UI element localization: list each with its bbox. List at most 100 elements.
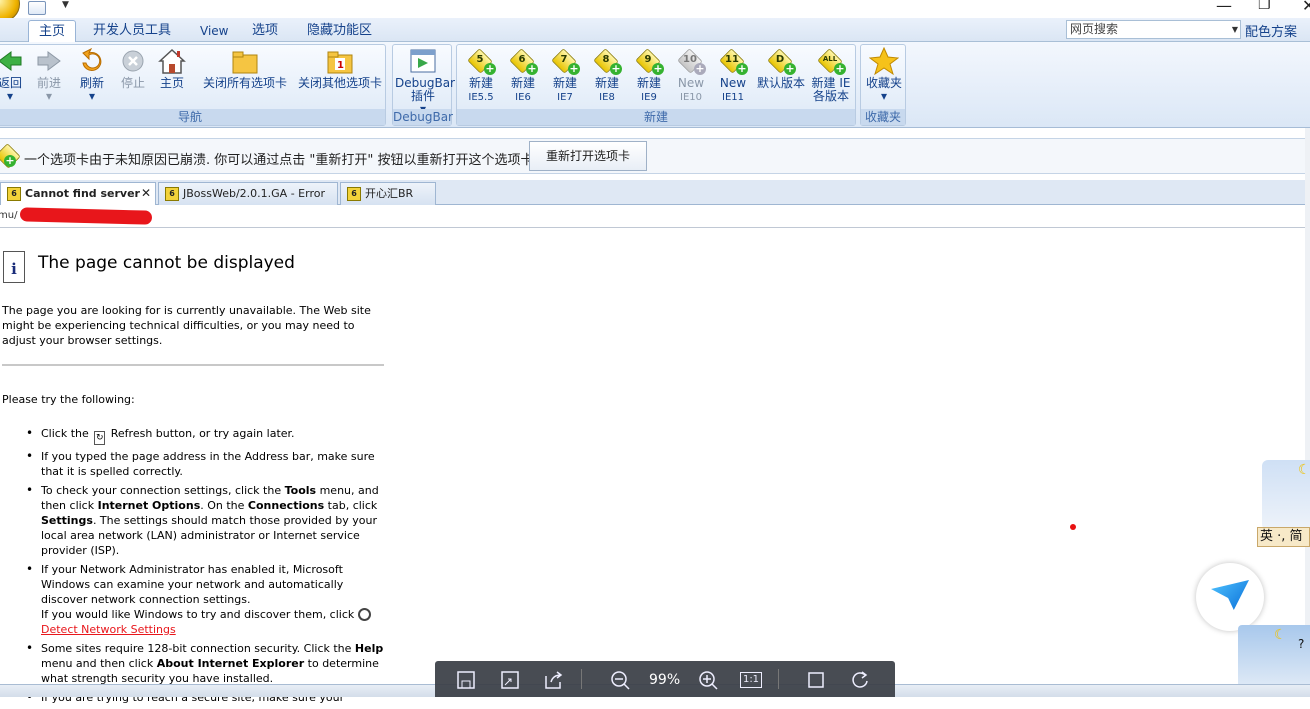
- zoom-out-icon[interactable]: [609, 670, 631, 690]
- actual-size-icon[interactable]: 1:1: [740, 672, 762, 688]
- group-navigation: 返回 ▾ 前进 ▾ 刷新 ▾ 停止 主页 关闭所有选项卡 1 关闭其他选项卡 导…: [0, 44, 386, 126]
- color-scheme-menu[interactable]: 配色方案: [1245, 21, 1297, 40]
- new-ie10-label: New: [677, 76, 705, 90]
- share-icon[interactable]: [543, 670, 565, 690]
- default-version-button[interactable]: D + 默认版本: [755, 47, 807, 90]
- intro-paragraph: The page you are looking for is currentl…: [2, 304, 371, 347]
- separator: [581, 669, 582, 689]
- favorites-dropdown[interactable]: ▾: [881, 89, 887, 103]
- tab-developer-tools[interactable]: 开发人员工具: [83, 20, 181, 42]
- detect-network-settings-link[interactable]: Detect Network Settings: [41, 623, 176, 636]
- tab-hide-ribbon[interactable]: 隐藏功能区: [297, 20, 382, 42]
- suggestion-list: Click the ↻ Refresh button, or try again…: [26, 426, 386, 709]
- list-item: If your Network Administrator has enable…: [26, 562, 386, 637]
- close-tab-icon[interactable]: ✕: [141, 183, 151, 204]
- vertical-scrollbar[interactable]: [1305, 128, 1310, 684]
- home-icon: [157, 47, 187, 75]
- ie7-icon: 7 +: [550, 47, 580, 75]
- back-button[interactable]: 返回 ▾: [0, 47, 25, 103]
- network-settings-icon: [357, 608, 371, 621]
- refresh-icon: [77, 47, 107, 75]
- ime-language-label[interactable]: 英 ·, 简: [1257, 527, 1310, 547]
- new-ie11-label: New: [719, 76, 747, 90]
- rotate-icon[interactable]: [849, 670, 871, 690]
- refresh-button[interactable]: 刷新 ▾: [75, 47, 109, 103]
- new-all-ie-button[interactable]: ALL + 新建 IE 各版本: [809, 47, 853, 103]
- browser-tab-kaixinhui[interactable]: 6 开心汇BR: [340, 182, 436, 205]
- stop-button[interactable]: 停止: [117, 47, 149, 90]
- tab-home[interactable]: 主页: [28, 20, 77, 43]
- title-bar: ▼ — ❐ ✕: [0, 0, 1310, 22]
- browser-tab-jbossweb[interactable]: 6 JBossWeb/2.0.1.GA - Error r...: [158, 182, 338, 221]
- divider: [2, 364, 384, 366]
- close-all-tabs-button[interactable]: 关闭所有选项卡: [197, 47, 293, 90]
- new-ie9-label: 新建: [636, 76, 661, 90]
- floating-bird-app-icon[interactable]: [1196, 563, 1264, 631]
- forward-label: 前进: [36, 76, 61, 90]
- debugbar-plugin-button[interactable]: DebugBar 插件 ▾: [395, 47, 455, 116]
- ie55-icon: 5 +: [466, 47, 496, 75]
- ie10-icon: 10 +: [676, 47, 706, 75]
- page-title: The page cannot be displayed: [38, 253, 295, 273]
- close-all-tabs-label: 关闭所有选项卡: [202, 76, 287, 90]
- close-all-tabs-icon: [230, 47, 260, 75]
- new-ie7-version: IE7: [557, 92, 573, 103]
- compress-icon[interactable]: [499, 670, 521, 690]
- new-ie9-version: IE9: [641, 92, 657, 103]
- close-other-tabs-button[interactable]: 1 关闭其他选项卡: [293, 47, 387, 90]
- quick-access-folder-icon[interactable]: [28, 1, 46, 15]
- ie9-icon: 9 +: [634, 47, 664, 75]
- new-ie9-button[interactable]: 9 + 新建 IE9: [631, 47, 667, 104]
- save-icon[interactable]: [455, 670, 477, 690]
- new-ie6-label: 新建: [510, 76, 535, 90]
- home-label: 主页: [159, 76, 184, 90]
- error-page: i The page cannot be displayed The page …: [0, 229, 400, 705]
- favorites-button[interactable]: 收藏夹 ▾: [863, 46, 905, 103]
- back-arrow-icon: [0, 47, 25, 75]
- new-ie8-version: IE8: [599, 92, 615, 103]
- browser-tab-strip: 6 Cannot find server ✕ 6 JBossWeb/2.0.1.…: [0, 180, 1310, 221]
- new-ie7-label: 新建: [552, 76, 577, 90]
- new-ie8-button[interactable]: 8 + 新建 IE8: [589, 47, 625, 104]
- address-text: mu/: [0, 210, 18, 221]
- ie-crash-icon: +: [0, 143, 21, 169]
- crash-info-bar: + 一个选项卡由于未知原因已崩溃. 你可以通过点击 "重新打开" 按钮以重新打开…: [0, 138, 1310, 174]
- refresh-dropdown[interactable]: ▾: [89, 89, 95, 103]
- forward-button[interactable]: 前进 ▾: [31, 47, 67, 103]
- tab-options[interactable]: 选项: [242, 20, 288, 42]
- ribbon: 返回 ▾ 前进 ▾ 刷新 ▾ 停止 主页 关闭所有选项卡 1 关闭其他选项卡 导…: [0, 42, 1310, 128]
- browser-tab-cannot-find-server[interactable]: 6 Cannot find server ✕: [0, 182, 156, 205]
- minimize-button[interactable]: —: [1216, 0, 1232, 15]
- new-ie7-button[interactable]: 7 + 新建 IE7: [547, 47, 583, 104]
- new-ie11-button[interactable]: 11 + New IE11: [715, 47, 751, 104]
- tab-view[interactable]: View: [190, 20, 238, 42]
- zoom-in-icon[interactable]: [697, 670, 719, 690]
- address-bar[interactable]: mu/: [0, 206, 1310, 228]
- new-ie55-label: 新建: [468, 76, 493, 90]
- debugbar-label1: DebugBar: [395, 76, 455, 90]
- web-search-input[interactable]: 网页搜索 ▼: [1066, 20, 1241, 39]
- new-ie10-button[interactable]: 10 + New IE10: [673, 47, 709, 104]
- new-all-ie-label2: 各版本: [812, 89, 849, 103]
- new-ie6-button[interactable]: 6 + 新建 IE6: [505, 47, 541, 104]
- new-ie8-label: 新建: [594, 76, 619, 90]
- restore-button[interactable]: ❐: [1258, 0, 1271, 13]
- quick-access-dropdown[interactable]: ▼: [62, 0, 69, 10]
- new-ie11-version: IE11: [722, 92, 744, 103]
- forward-dropdown[interactable]: ▾: [46, 89, 52, 103]
- new-all-ie-label: 新建 IE: [811, 76, 851, 90]
- new-ie55-button[interactable]: 5 + 新建 IE5.5: [463, 47, 499, 104]
- red-dot: [1070, 524, 1076, 530]
- close-window-button[interactable]: ✕: [1302, 0, 1310, 15]
- reopen-tab-button[interactable]: 重新打开选项卡: [529, 141, 647, 171]
- search-placeholder: 网页搜索: [1070, 22, 1119, 36]
- group-favorites-label: 收藏夹: [861, 109, 905, 125]
- fit-screen-icon[interactable]: [805, 670, 827, 690]
- bird-icon: [1211, 580, 1249, 610]
- stop-icon: [118, 47, 148, 75]
- chevron-down-icon[interactable]: ▼: [1232, 21, 1238, 38]
- group-favorites: 收藏夹 ▾ 收藏夹: [860, 44, 906, 126]
- separator: [778, 669, 779, 689]
- back-dropdown[interactable]: ▾: [7, 89, 13, 103]
- home-button[interactable]: 主页: [157, 47, 187, 90]
